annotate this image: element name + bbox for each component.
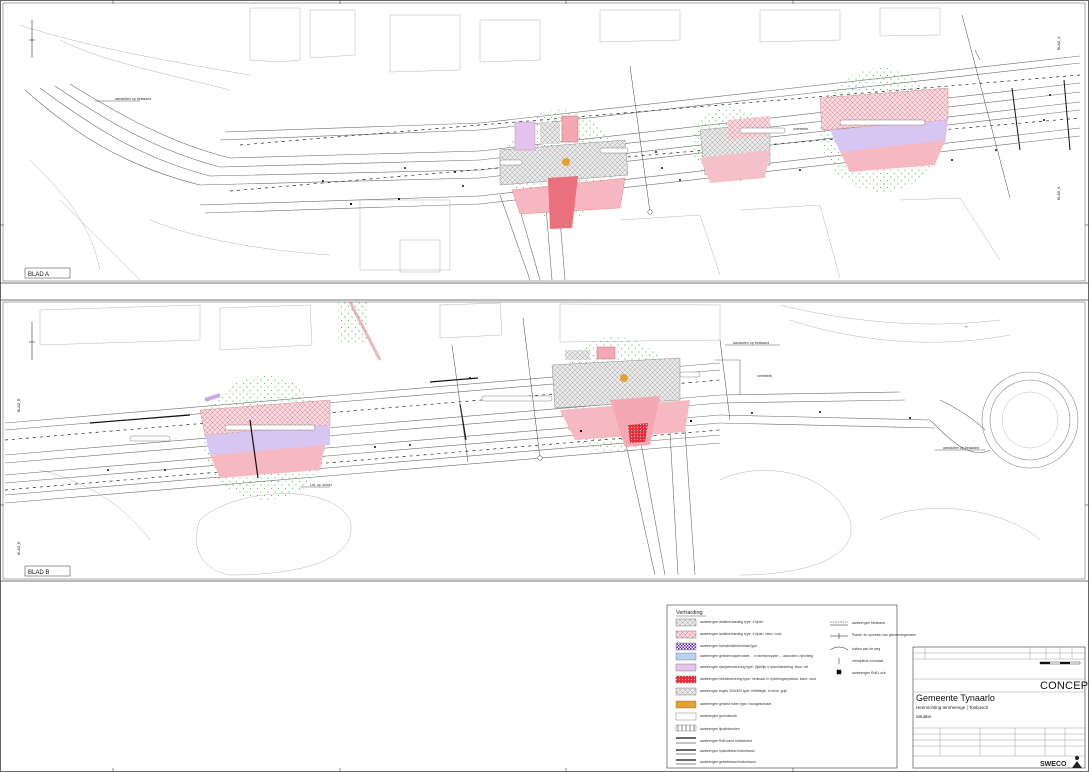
legend-item-0: aanbrengen asfaltverharding type: 4 fijn…: [700, 620, 763, 624]
drawing-subtitle: Situatie: [916, 714, 932, 719]
concept-stamp: CONCEPT: [1040, 680, 1089, 692]
legend-item-4: aanbrengen rijwijzermarkering type: (tij…: [700, 665, 808, 669]
legend-item-5: aanbrengen ribbelmarkering type: Vertica…: [700, 677, 816, 681]
legend-item-8: aanbrengen groenstrook: [700, 714, 737, 718]
legend-title: Verharding: [676, 610, 703, 616]
legend-item-1: aanbrengen asfaltverharding type: 4 fijn…: [700, 632, 781, 636]
legend-right-item-1: Plaats- en opmeten van gemeentegrenzen: [852, 633, 916, 637]
sheet-label-a: BLAD A: [28, 272, 49, 278]
legend-right-item-0: aanbrengen biesband: [852, 621, 885, 625]
legend-right-item-3: verwijderen kruimaal: [852, 659, 883, 663]
annotation-connect-existing-a: aansluiten op bestaand: [115, 97, 151, 101]
annotation-connect-existing-b-right: aansluiten op bestaand: [943, 446, 979, 450]
annotation-connect-existing-b-top: aansluiten op bestaand: [733, 341, 769, 345]
annotation-mast: Lat. op. kolser: [310, 483, 333, 487]
legend-item-12: aanbrengen geleideband trottoirband: [700, 760, 756, 764]
drawing-sheet: BLAD_A BLAD_A aansluiten op bestaand ove…: [0, 0, 1089, 772]
legend-item-7: aanbrengen gesteld riolen type: noodgesc…: [700, 702, 772, 706]
svg-text:BLAD_B: BLAD_B: [17, 541, 21, 555]
title-block: CONCEPT Gemeente Tynaarlo Herinrichting …: [912, 646, 1089, 769]
legend-item-11: aanbrengen opsluitband trottoirband: [700, 749, 755, 753]
sheet-label-b: BLAD B: [28, 570, 49, 576]
legend-right-item-4: aanbrengen Roff-Lock: [852, 671, 886, 675]
legend-right-item-2: kolken aan de weg: [852, 647, 880, 651]
annotation-crossing-b: oversteek: [757, 374, 772, 378]
project-name: Herinrichting Ieroheenge | Tonbosch: [916, 705, 989, 710]
annotation-crossing-a: oversteek: [793, 127, 808, 131]
legend-item-3: aanbrengen geleidenoppervlakte ... in st…: [700, 654, 813, 658]
company-logo-text: SWECO: [1040, 761, 1067, 768]
client-name: Gemeente Tynaarlo: [916, 693, 995, 703]
svg-text:BLAD_A: BLAD_A: [1057, 186, 1061, 200]
svg-text:BLAD_B: BLAD_B: [17, 398, 21, 412]
legend-item-6: aanbrengen tegels 300x300 type: reliëfte…: [700, 689, 787, 693]
svg-text:BLAD_A: BLAD_A: [1057, 36, 1061, 50]
legend-item-9: aanbrengen lijnafscheiden: [700, 727, 740, 731]
legend: Verharding aanbrengen asfaltverharding t…: [666, 604, 916, 769]
legend-item-10: aanbrengen Roff-band trottoirband: [700, 739, 752, 743]
legend-item-2: aanbrengen betonklinkerbestraat type:: [700, 644, 758, 648]
